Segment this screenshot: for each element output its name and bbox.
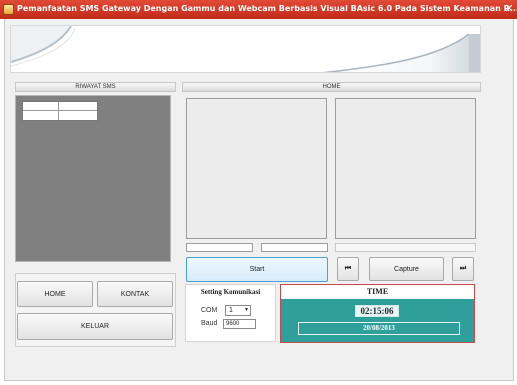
com-select[interactable]: 1 ▼ — [225, 305, 251, 316]
webcam-preview — [186, 98, 327, 239]
grid-cell[interactable] — [23, 102, 59, 111]
sms-grid-cells — [22, 101, 98, 121]
home-button[interactable]: HOME — [17, 281, 93, 307]
title-bar: Pemanfaatan SMS Gateway Dengan Gammu dan… — [0, 0, 517, 19]
capture-preview — [335, 98, 476, 239]
status-field-3 — [335, 243, 476, 252]
date-display: 20/08/2013 — [298, 322, 460, 335]
kontak-button[interactable]: KONTAK — [97, 281, 173, 307]
com-label: COM — [201, 307, 218, 314]
baud-input[interactable]: 9600 — [223, 319, 256, 329]
time-body: 02:15:06 20/08/2013 — [281, 299, 474, 342]
prev-icon[interactable]: ⏮ — [337, 257, 359, 281]
clock-display: 02:15:06 — [355, 305, 399, 317]
status-field-1[interactable] — [186, 243, 253, 252]
grid-cell[interactable] — [23, 111, 59, 120]
setting-title: Setting Komunikasi — [200, 288, 261, 296]
time-title: TIME — [366, 287, 389, 296]
header-banner — [10, 25, 481, 73]
banner-swoosh — [11, 26, 480, 72]
grid-cell[interactable] — [59, 102, 97, 111]
close-icon[interactable]: ✕ — [503, 2, 515, 16]
riwayat-sms-header: RIWAYAT SMS — [15, 82, 176, 92]
baud-label: Baud — [201, 320, 218, 327]
start-button[interactable]: Start — [186, 257, 328, 282]
app-icon — [3, 4, 14, 15]
com-value: 1 — [229, 307, 233, 314]
keluar-button[interactable]: KELUAR — [17, 313, 173, 340]
chevron-down-icon[interactable]: ▼ — [244, 306, 249, 315]
setting-komunikasi-panel: Setting Komunikasi COM 1 ▼ Baud 9600 — [185, 284, 276, 342]
grid-cell[interactable] — [59, 111, 97, 120]
sms-history-grid[interactable] — [15, 95, 171, 262]
home-panel-header: HOME — [182, 82, 481, 92]
status-field-2[interactable] — [261, 243, 328, 252]
next-icon[interactable]: ⏭ — [452, 257, 474, 281]
window-title: Pemanfaatan SMS Gateway Dengan Gammu dan… — [17, 4, 517, 13]
time-panel: TIME 02:15:06 20/08/2013 — [280, 284, 475, 343]
capture-button[interactable]: Capture — [369, 257, 444, 281]
